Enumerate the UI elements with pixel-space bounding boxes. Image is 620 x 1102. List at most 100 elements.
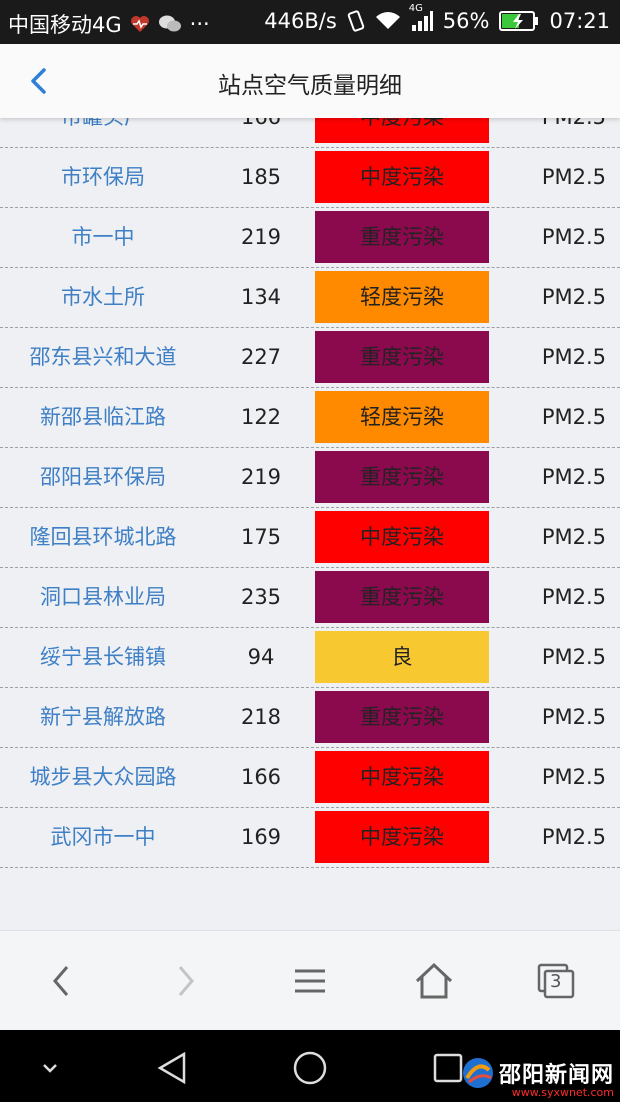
clock: 07:21 xyxy=(549,9,610,33)
signal-icon: 4G xyxy=(409,3,433,31)
primary-pollutant: PM2.5 xyxy=(541,165,606,189)
battery-percent: 56% xyxy=(442,9,490,33)
station-row[interactable]: 绥宁县长铺镇 94 良 PM2.5 xyxy=(0,628,620,688)
station-row[interactable]: 隆回县环城北路 175 中度污染 PM2.5 xyxy=(0,508,620,568)
station-row[interactable]: 市环保局 185 中度污染 PM2.5 xyxy=(0,148,620,208)
browser-menu-button[interactable] xyxy=(280,959,340,1003)
vibrate-icon xyxy=(347,10,365,32)
station-row[interactable]: 市一中 219 重度污染 PM2.5 xyxy=(0,208,620,268)
watermark-logo-icon xyxy=(462,1058,493,1088)
station-row[interactable]: 城步县大众园路 166 中度污染 PM2.5 xyxy=(0,748,620,808)
more-notifications-icon: ··· xyxy=(189,12,210,36)
aqi-value: 122 xyxy=(240,405,282,429)
aqi-level-badge: 中度污染 xyxy=(315,511,489,563)
battery-charging-icon xyxy=(499,10,539,32)
aqi-value: 219 xyxy=(240,225,282,249)
primary-pollutant: PM2.5 xyxy=(520,118,616,147)
chevron-left-icon xyxy=(53,966,69,996)
station-name-link[interactable]: 新宁县解放路 xyxy=(0,688,206,747)
nav-home-button[interactable] xyxy=(290,1048,330,1088)
station-row[interactable]: 新宁县解放路 218 重度污染 PM2.5 xyxy=(0,688,620,748)
aqi-value: 166 xyxy=(216,118,306,147)
primary-pollutant: PM2.5 xyxy=(541,405,606,429)
site-watermark: 邵阳新闻网 xyxy=(461,1056,614,1090)
station-list[interactable]: 市化工厂235重度污染PM2.5市罐头厂166中度污染PM2.5市环保局185中… xyxy=(0,118,620,930)
browser-toolbar: 3 xyxy=(0,930,620,1031)
aqi-level-badge: 良 xyxy=(315,631,489,683)
circle-home-icon xyxy=(293,1051,327,1085)
station-list-rows: 市化工厂235重度污染PM2.5市罐头厂166中度污染PM2.5市环保局185中… xyxy=(0,118,620,868)
station-row[interactable]: 洞口县林业局 235 重度污染 PM2.5 xyxy=(0,568,620,628)
station-row[interactable]: 新邵县临江路 122 轻度污染 PM2.5 xyxy=(0,388,620,448)
primary-pollutant: PM2.5 xyxy=(541,225,606,249)
station-name-link[interactable]: 市水土所 xyxy=(0,268,206,327)
aqi-level-badge: 中度污染 xyxy=(315,811,489,863)
station-name-link[interactable]: 武冈市一中 xyxy=(0,808,206,867)
nav-back-button[interactable] xyxy=(152,1048,192,1088)
aqi-level-badge: 轻度污染 xyxy=(315,271,489,323)
primary-pollutant: PM2.5 xyxy=(541,525,606,549)
station-name-link[interactable]: 市一中 xyxy=(0,208,206,267)
station-row[interactable]: 市罐头厂 166 中度污染 PM2.5 xyxy=(0,118,620,148)
menu-icon xyxy=(295,969,325,993)
aqi-value: 94 xyxy=(247,645,275,669)
square-recents-icon xyxy=(433,1053,463,1083)
station-name-link[interactable]: 邵阳县环保局 xyxy=(0,448,206,507)
browser-forward-button[interactable] xyxy=(155,959,215,1003)
station-name-link[interactable]: 市环保局 xyxy=(0,148,206,207)
aqi-level-badge: 重度污染 xyxy=(315,331,489,383)
aqi-value: 134 xyxy=(240,285,282,309)
station-name-link[interactable]: 城步县大众园路 xyxy=(0,748,206,807)
station-row[interactable]: 邵东县兴和大道 227 重度污染 PM2.5 xyxy=(0,328,620,388)
network-type-badge: 4G xyxy=(408,3,423,14)
primary-pollutant: PM2.5 xyxy=(541,345,606,369)
station-row[interactable]: 市水土所 134 轻度污染 PM2.5 xyxy=(0,268,620,328)
chevron-right-icon xyxy=(178,966,194,996)
browser-back-button[interactable] xyxy=(32,959,92,1003)
chevron-down-icon xyxy=(43,1064,57,1073)
carrier-label: 中国移动4G xyxy=(8,13,122,37)
hide-nav-button[interactable] xyxy=(30,1048,70,1088)
primary-pollutant: PM2.5 xyxy=(541,645,606,669)
aqi-level-badge: 中度污染 xyxy=(315,118,489,143)
aqi-value: 218 xyxy=(240,705,282,729)
aqi-value: 185 xyxy=(240,165,282,189)
wifi-icon xyxy=(375,11,401,31)
watermark-name: 邵阳新闻网 xyxy=(498,1063,614,1088)
station-name-link[interactable]: 隆回县环城北路 xyxy=(0,508,206,567)
aqi-value: 227 xyxy=(240,345,282,369)
aqi-level-badge: 轻度污染 xyxy=(315,391,489,443)
browser-home-button[interactable] xyxy=(404,959,464,1003)
station-name-link[interactable]: 绥宁县长铺镇 xyxy=(0,628,206,687)
aqi-value: 169 xyxy=(240,825,282,849)
station-row[interactable]: 邵阳县环保局 219 重度污染 PM2.5 xyxy=(0,448,620,508)
watermark-url: www.syxwnet.com xyxy=(511,1086,614,1099)
station-name-link[interactable]: 洞口县林业局 xyxy=(0,568,206,627)
page-title: 站点空气质量明细 xyxy=(218,73,402,99)
primary-pollutant: PM2.5 xyxy=(541,285,606,309)
aqi-level-badge: 重度污染 xyxy=(315,211,489,263)
network-speed: 446B/s xyxy=(264,9,337,33)
aqi-level-badge: 重度污染 xyxy=(315,571,489,623)
aqi-value: 219 xyxy=(240,465,282,489)
health-heart-icon xyxy=(130,15,150,33)
primary-pollutant: PM2.5 xyxy=(541,765,606,789)
wechat-icon xyxy=(158,14,182,34)
status-bar: 中国移动4G ··· 446B/s 4G 56% 07:21 xyxy=(0,0,620,44)
app-header: 站点空气质量明细 xyxy=(0,44,620,118)
home-icon xyxy=(415,962,453,999)
station-name-link[interactable]: 新邵县临江路 xyxy=(0,388,206,447)
primary-pollutant: PM2.5 xyxy=(541,825,606,849)
triangle-back-icon xyxy=(157,1051,186,1085)
browser-tabs-button[interactable]: 3 xyxy=(526,959,586,1003)
aqi-value: 175 xyxy=(240,525,282,549)
aqi-value: 235 xyxy=(240,585,282,609)
primary-pollutant: PM2.5 xyxy=(541,705,606,729)
station-name-link[interactable]: 邵东县兴和大道 xyxy=(0,328,206,387)
primary-pollutant: PM2.5 xyxy=(541,465,606,489)
aqi-level-badge: 重度污染 xyxy=(315,451,489,503)
aqi-level-badge: 中度污染 xyxy=(315,751,489,803)
station-row[interactable]: 武冈市一中 169 中度污染 PM2.5 xyxy=(0,808,620,868)
tab-count: 3 xyxy=(550,971,562,992)
station-name-link[interactable]: 市罐头厂 xyxy=(0,118,206,147)
